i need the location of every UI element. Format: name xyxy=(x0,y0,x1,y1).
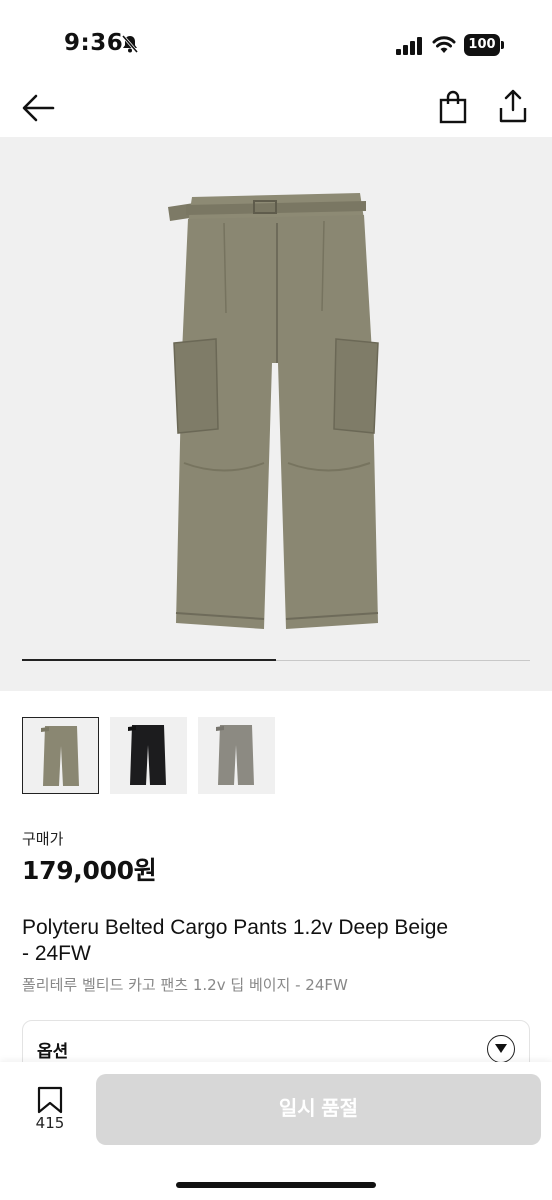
product-title-ko: 폴리테루 벨티드 카고 팬츠 1.2v 딥 베이지 - 24FW xyxy=(22,976,348,994)
shopping-bag-icon[interactable] xyxy=(438,90,468,124)
thumbnail-image xyxy=(128,725,166,785)
carousel-progress xyxy=(22,659,276,661)
thumbnail-beige[interactable] xyxy=(22,717,99,794)
option-toggle[interactable] xyxy=(487,1035,515,1063)
status-time: 9:36 xyxy=(64,30,124,56)
bell-slash-icon xyxy=(121,35,139,53)
wifi-icon xyxy=(432,36,456,53)
battery-indicator: 100 xyxy=(464,34,504,56)
cellular-signal-icon xyxy=(396,37,422,55)
product-title-en-line2: - 24FW xyxy=(22,942,91,965)
sold-out-button[interactable]: 일시 품절 xyxy=(96,1074,541,1145)
product-title-en-line1: Polyteru Belted Cargo Pants 1.2v Deep Be… xyxy=(22,916,449,939)
thumbnail-image xyxy=(216,725,254,785)
option-label: 옵션 xyxy=(37,1042,69,1062)
chevron-down-icon xyxy=(495,1044,507,1053)
share-icon[interactable] xyxy=(498,88,528,124)
top-navigation xyxy=(0,84,552,136)
status-bar: 9:36 100 xyxy=(0,0,552,84)
thumbnail-gray[interactable] xyxy=(198,717,275,794)
battery-level: 100 xyxy=(464,34,500,56)
product-title-en: Polyteru Belted Cargo Pants 1.2v Deep Be… xyxy=(22,915,522,967)
thumbnail-image xyxy=(41,726,79,786)
bookmark-icon[interactable] xyxy=(37,1086,63,1114)
bottom-action-bar: 415 일시 품절 xyxy=(0,1062,552,1200)
price-value: 179,000원 xyxy=(22,856,157,885)
thumbnail-black[interactable] xyxy=(110,717,187,794)
product-image-carousel[interactable] xyxy=(0,137,552,691)
bookmark-count: 415 xyxy=(35,1114,65,1132)
price-label: 구매가 xyxy=(22,830,64,848)
home-indicator xyxy=(176,1182,376,1188)
battery-tip xyxy=(501,41,504,49)
product-image xyxy=(168,193,379,629)
arrow-left-icon[interactable] xyxy=(20,92,56,124)
